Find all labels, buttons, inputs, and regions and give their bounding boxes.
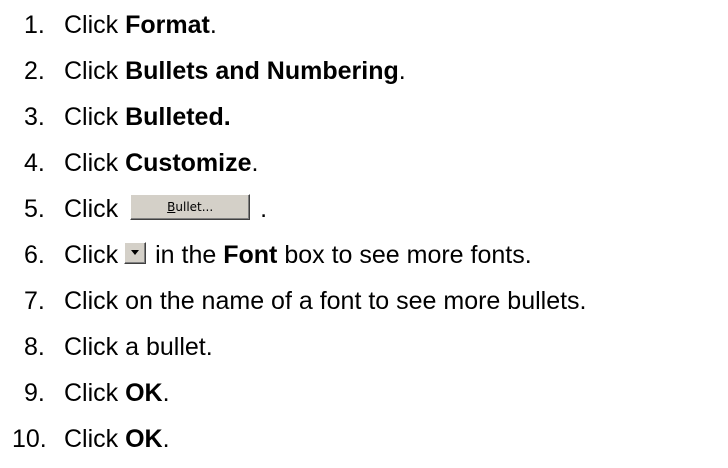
- step-suffix: .: [209, 11, 217, 39]
- step-10: 10. Click OK.: [0, 416, 728, 462]
- step-prefix: Click: [64, 425, 126, 453]
- step-number: 9.: [24, 379, 45, 407]
- bullet-button[interactable]: Bullet...: [130, 194, 251, 221]
- step-text: Click on the name of a font to see more …: [64, 287, 587, 315]
- instruction-list: 1. Click Format. 2. Click Bullets and Nu…: [0, 2, 728, 462]
- step-6: 6. Click in the Font box to see more fon…: [0, 232, 728, 278]
- step-4: 4. Click Customize.: [0, 140, 728, 186]
- button-name-customize: Customize: [125, 149, 252, 177]
- step-prefix: Click: [64, 195, 119, 223]
- tab-name-bulleted: Bulleted.: [125, 103, 231, 131]
- step-number: 2.: [24, 57, 45, 85]
- step-text: Click Bullet....: [64, 186, 267, 232]
- step-prefix: Click: [64, 57, 126, 85]
- step-3: 3. Click Bulleted.: [0, 94, 728, 140]
- step-9: 9. Click OK.: [0, 370, 728, 416]
- bullet-button-label: ullet...: [175, 200, 214, 215]
- dropdown-arrow-icon: [131, 250, 140, 256]
- step-number: 6.: [24, 241, 45, 269]
- step-text: Click in the Font box to see more fonts.: [64, 232, 532, 278]
- step-prefix: Click: [64, 103, 126, 131]
- step-suffix: .: [162, 379, 170, 407]
- step-middle: in the: [148, 241, 224, 269]
- step-number: 7.: [24, 287, 45, 315]
- font-dropdown-arrow-button[interactable]: [124, 242, 147, 265]
- step-prefix: Click: [64, 149, 126, 177]
- step-2: 2. Click Bullets and Numbering.: [0, 48, 728, 94]
- step-suffix: box to see more fonts.: [277, 241, 532, 269]
- menu-item-bullets-and-numbering: Bullets and Numbering: [125, 57, 399, 85]
- step-text: Click OK.: [64, 416, 170, 462]
- field-name-font: Font: [223, 241, 278, 269]
- step-text: Click OK.: [64, 370, 170, 416]
- step-8: 8. Click a bullet.: [0, 324, 728, 370]
- step-suffix: .: [162, 425, 170, 453]
- button-name-ok: OK: [125, 379, 163, 407]
- step-text: Click Format.: [64, 2, 217, 48]
- step-number: 1.: [24, 11, 45, 39]
- step-number: 8.: [24, 333, 45, 361]
- step-number: 4.: [24, 149, 45, 177]
- step-5: 5. Click Bullet....: [0, 186, 728, 232]
- step-prefix: Click: [64, 11, 126, 39]
- step-prefix: Click: [64, 379, 126, 407]
- step-1: 1. Click Format.: [0, 2, 728, 48]
- menu-name-format: Format: [125, 11, 210, 39]
- step-suffix: .: [398, 57, 406, 85]
- step-text: Click Customize.: [64, 140, 258, 186]
- step-number: 3.: [24, 103, 45, 131]
- step-text: Click a bullet.: [64, 333, 213, 361]
- button-name-ok: OK: [125, 425, 163, 453]
- step-suffix: .: [251, 149, 259, 177]
- step-text: Click Bulleted.: [64, 94, 231, 140]
- step-text: Click Bullets and Numbering.: [64, 48, 406, 94]
- step-number: 10.: [12, 425, 47, 453]
- step-7: 7. Click on the name of a font to see mo…: [0, 278, 728, 324]
- step-prefix: Click: [64, 241, 119, 269]
- step-number: 5.: [24, 195, 45, 223]
- step-suffix: .: [260, 195, 268, 223]
